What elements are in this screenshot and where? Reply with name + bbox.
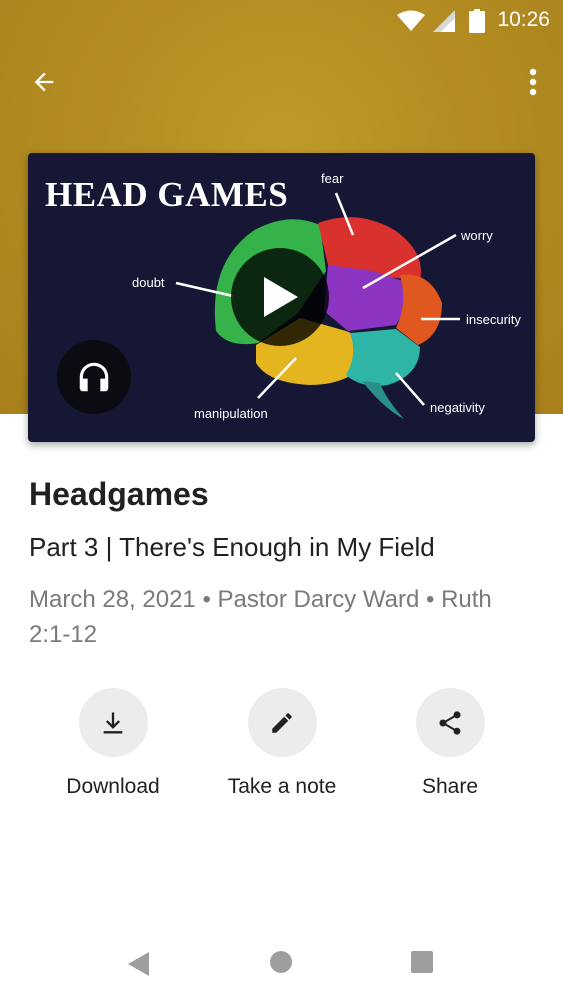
nav-home-icon[interactable] (270, 951, 292, 973)
sermon-artwork-card[interactable]: HEAD GAMES fear worry doubt insecurity m… (28, 153, 535, 442)
share-icon (439, 710, 461, 735)
label-negativity: negativity (430, 400, 485, 415)
sermon-meta: March 28, 2021 • Pastor Darcy Ward • Rut… (29, 586, 492, 648)
battery-icon (469, 9, 485, 33)
app-bar (0, 52, 563, 112)
share-button[interactable] (415, 688, 485, 757)
take-note-label: Take a note (227, 775, 337, 798)
signal-icon (433, 10, 455, 32)
status-bar: 10:26 (0, 0, 563, 40)
take-note-button[interactable] (247, 688, 317, 757)
download-icon (103, 712, 123, 733)
label-worry: worry (461, 228, 493, 243)
label-doubt: doubt (132, 275, 165, 290)
status-time: 10:26 (497, 8, 550, 31)
nav-recents-icon[interactable] (411, 951, 433, 973)
more-options-button[interactable] (517, 62, 549, 102)
back-button[interactable] (22, 62, 66, 102)
label-fear: fear (321, 171, 344, 186)
share-action[interactable]: Share (375, 688, 525, 799)
sermon-title: Headgames (29, 476, 209, 512)
wifi-icon (397, 10, 425, 31)
sermon-subtitle: Part 3 | There's Enough in My Field (29, 532, 435, 562)
download-label: Download (66, 775, 160, 798)
arrow-back-icon (34, 72, 54, 92)
pencil-icon (272, 712, 292, 733)
status-icons (397, 9, 485, 33)
headphones-icon (79, 362, 109, 392)
system-nav-bar (0, 930, 563, 995)
label-insecurity: insecurity (466, 312, 521, 327)
share-label: Share (421, 775, 479, 798)
take-note-action[interactable]: Take a note (207, 688, 357, 799)
play-button[interactable] (231, 248, 329, 346)
artwork-title: HEAD GAMES (45, 175, 289, 214)
download-button[interactable] (78, 688, 148, 757)
download-action[interactable]: Download (38, 688, 188, 799)
audio-mode-button[interactable] (57, 340, 131, 414)
play-icon (264, 277, 298, 317)
more-vert-icon (529, 68, 537, 96)
label-manipulation: manipulation (194, 406, 268, 421)
nav-back-icon[interactable] (127, 951, 151, 977)
